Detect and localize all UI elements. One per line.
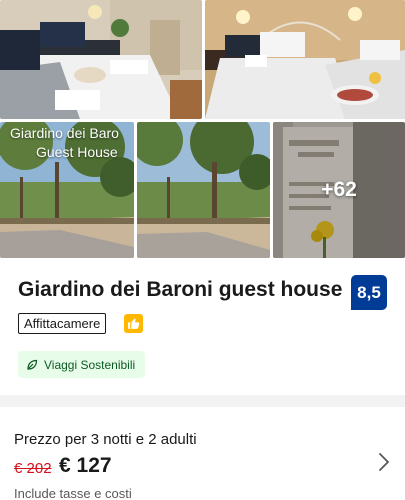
original-price: € 202 xyxy=(14,460,52,477)
chevron-right-icon[interactable] xyxy=(376,451,392,473)
property-type-badge: Affittacamere xyxy=(18,313,107,334)
stay-summary: Prezzo per 3 notti e 2 adulti xyxy=(14,431,197,448)
current-price: € 127 xyxy=(59,454,112,477)
sign-line-1: Giardino dei Baro xyxy=(10,125,119,141)
sustainability-badge[interactable]: Viaggi Sostenibili xyxy=(18,351,146,378)
more-photos-count[interactable]: +62 xyxy=(273,122,405,258)
photo-gallery[interactable]: Giardino dei Baro Guest House +62 xyxy=(0,0,405,258)
section-divider xyxy=(0,395,405,407)
sustainability-label: Viaggi Sostenibili xyxy=(44,357,136,372)
taxes-note: Include tasse e costi xyxy=(14,486,132,500)
sign-line-2: Guest House xyxy=(36,144,118,160)
photo-sign-text: Giardino dei Baro Guest House xyxy=(10,124,150,162)
gallery-photo-garden-path[interactable] xyxy=(137,122,270,258)
review-score-badge: 8,5 xyxy=(351,275,387,310)
thumbs-up-icon xyxy=(124,314,143,333)
leaf-icon xyxy=(27,359,38,370)
gallery-photo-bedroom-2[interactable] xyxy=(205,0,405,119)
property-name[interactable]: Giardino dei Baroni guest house xyxy=(18,278,348,302)
price-section[interactable]: Prezzo per 3 notti e 2 adulti € 202 € 12… xyxy=(0,407,405,500)
gallery-photo-bedroom-1[interactable] xyxy=(0,0,202,119)
